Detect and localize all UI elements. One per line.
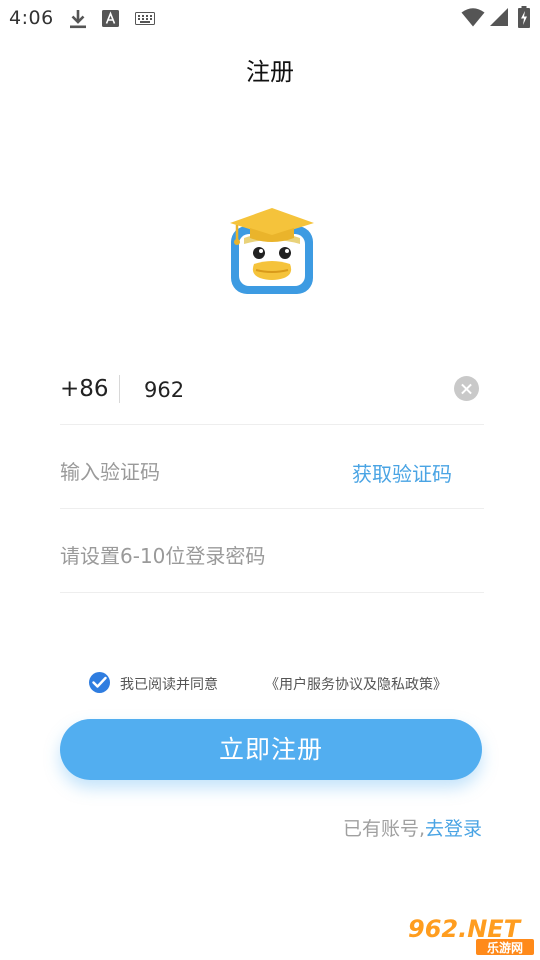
go-login-link[interactable]: 去登录 <box>425 818 482 840</box>
phone-input[interactable] <box>144 370 444 410</box>
duck-graduation-cap-logo <box>230 208 314 294</box>
text-a-icon <box>102 10 119 27</box>
download-icon <box>70 10 86 29</box>
watermark-subtext: 乐游网 <box>487 940 523 955</box>
watermark-logo: 962.NET 乐游网 <box>404 915 536 957</box>
password-row <box>60 524 484 593</box>
cellular-signal-icon <box>490 8 508 26</box>
verification-code-row: 获取验证码 <box>60 440 484 509</box>
agreement-text: 我已阅读并同意 <box>120 677 218 693</box>
phone-row: +86 <box>60 360 484 425</box>
clear-icon[interactable] <box>454 376 479 401</box>
keyboard-icon <box>135 12 155 25</box>
have-account-text: 已有账号, <box>342 818 425 840</box>
check-icon <box>92 676 107 688</box>
register-button[interactable]: 立即注册 <box>60 719 482 780</box>
get-code-button[interactable]: 获取验证码 <box>352 458 452 487</box>
wifi-icon <box>461 8 485 27</box>
agreement-link[interactable]: 《用户服务协议及隐私政策》 <box>265 674 447 694</box>
divider <box>119 375 120 403</box>
battery-charging-icon <box>518 6 530 28</box>
login-row: 已有账号,去登录 <box>343 814 482 841</box>
country-code[interactable]: +86 <box>60 376 109 402</box>
verification-code-input[interactable] <box>60 452 320 492</box>
page-title: 注册 <box>246 58 294 86</box>
watermark-text: 962.NET <box>408 915 522 943</box>
status-time: 4:06 <box>9 7 54 29</box>
password-input[interactable] <box>60 536 440 576</box>
agreement-checkbox[interactable] <box>89 672 110 693</box>
status-bar: 4:06 <box>0 0 540 36</box>
